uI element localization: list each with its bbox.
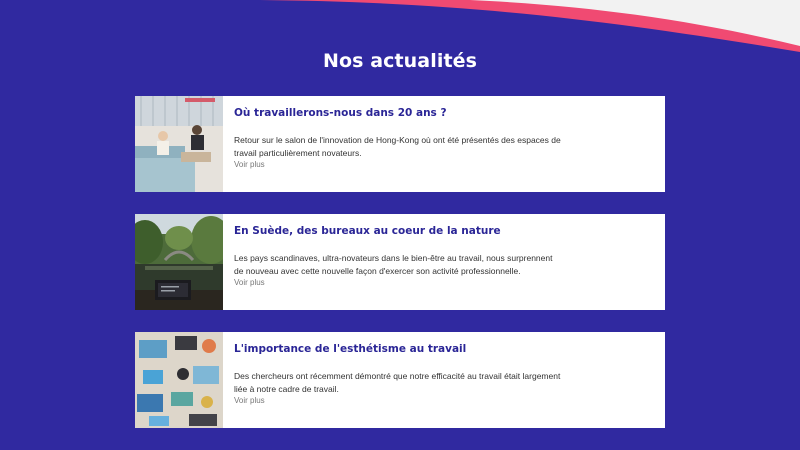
news-card[interactable]: L'importance de l'esthétisme au travail … xyxy=(135,332,665,428)
article-image xyxy=(135,214,223,310)
article-excerpt: Les pays scandinaves, ultra-novateurs da… xyxy=(234,253,553,276)
article-excerpt: Des chercheurs ont récemment démontré qu… xyxy=(234,371,561,394)
read-more-link[interactable]: Voir plus xyxy=(234,396,265,405)
article-title[interactable]: L'importance de l'esthétisme au travail xyxy=(234,342,655,356)
article-excerpt: Retour sur le salon de l'innovation de H… xyxy=(234,135,561,158)
read-more-link[interactable]: Voir plus xyxy=(234,160,265,169)
article-image xyxy=(135,96,223,192)
article-image xyxy=(135,332,223,428)
news-card[interactable]: Où travaillerons-nous dans 20 ans ? Reto… xyxy=(135,96,665,192)
read-more-link[interactable]: Voir plus xyxy=(234,278,265,287)
page-title: Nos actualités xyxy=(322,50,478,72)
article-title[interactable]: Où travaillerons-nous dans 20 ans ? xyxy=(234,106,655,120)
news-card[interactable]: En Suède, des bureaux au coeur de la nat… xyxy=(135,214,665,310)
article-title[interactable]: En Suède, des bureaux au coeur de la nat… xyxy=(234,224,655,238)
